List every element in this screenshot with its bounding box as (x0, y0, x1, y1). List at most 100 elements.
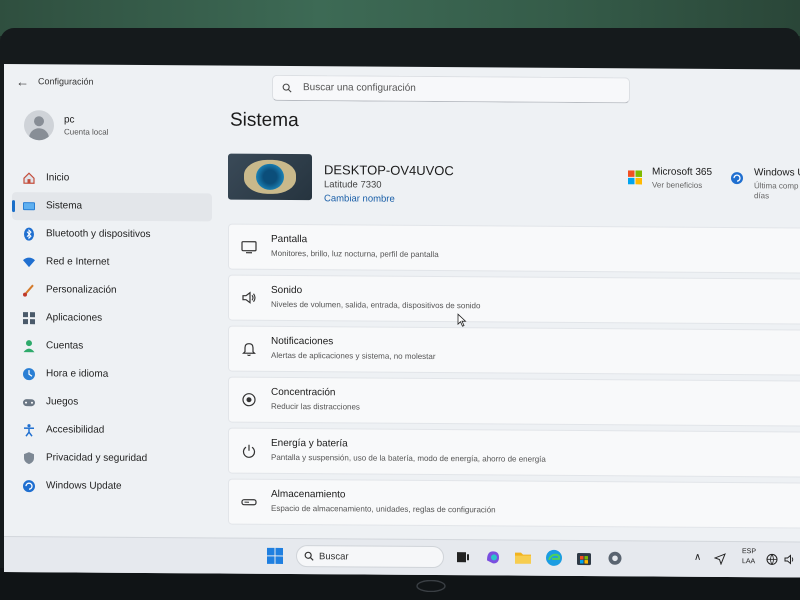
volume-icon[interactable] (784, 553, 796, 565)
card-sonido[interactable]: Sonido Niveles de volumen, salida, entra… (228, 274, 800, 325)
copilot-icon[interactable] (484, 548, 502, 566)
sidebar-item-privacidad[interactable]: Privacidad y seguridad (12, 444, 212, 473)
title-bar: ← Configuración Buscar una configuración (4, 64, 800, 106)
sidebar-item-label: Cuentas (46, 340, 84, 352)
card-title: Sonido (271, 284, 303, 297)
shield-icon (24, 452, 34, 465)
sidebar-item-sistema[interactable]: Sistema (12, 192, 212, 222)
card-subtitle: Pantalla y suspensión, uso de la batería… (271, 452, 546, 464)
store-icon[interactable] (575, 549, 593, 567)
globe-clock-icon (23, 368, 35, 381)
promo-subtitle: Ver beneficios (652, 180, 703, 190)
sidebar-item-personalizacion[interactable]: Personalización (12, 276, 212, 305)
card-subtitle: Espacio de almacenamiento, unidades, reg… (271, 503, 496, 515)
card-almacenamiento[interactable]: Almacenamiento Espacio de almacenamiento… (228, 478, 800, 529)
dell-logo (416, 579, 446, 594)
sidebar-nav: Inicio Sistema Bluetooth y dispositivos … (12, 164, 212, 501)
language-indicator-bottom[interactable]: LAA (742, 558, 755, 565)
monitor-icon (23, 202, 35, 211)
sidebar-item-label: Windows Update (46, 480, 122, 492)
power-icon (242, 444, 256, 458)
sidebar-item-hora[interactable]: Hora e idioma (12, 360, 212, 389)
card-subtitle: Monitores, brillo, luz nocturna, perfil … (271, 248, 439, 260)
sidebar-item-bluetooth[interactable]: Bluetooth y dispositivos (12, 220, 212, 249)
language-indicator-top[interactable]: ESP (742, 548, 756, 555)
card-title: Pantalla (271, 233, 308, 246)
file-explorer-icon[interactable] (514, 549, 532, 567)
sidebar-item-windows-update[interactable]: Windows Update (12, 472, 212, 501)
focus-icon (242, 393, 256, 407)
sidebar-item-label: Inicio (46, 172, 70, 184)
account-type: Cuenta local (64, 127, 109, 137)
avatar-body (29, 128, 49, 141)
promo-subtitle-2: días (754, 191, 770, 201)
storage-icon (241, 499, 257, 506)
sidebar-item-aplicaciones[interactable]: Aplicaciones (12, 304, 212, 333)
settings-cards: Pantalla Monitores, brillo, luz nocturna… (228, 223, 800, 534)
card-pantalla[interactable]: Pantalla Monitores, brillo, luz nocturna… (228, 223, 800, 274)
card-title: Concentración (271, 386, 336, 399)
task-view-icon[interactable] (454, 548, 472, 566)
person-icon (23, 340, 35, 353)
app-title: Configuración (38, 76, 94, 87)
card-title: Notificaciones (271, 335, 334, 348)
card-title: Energía y batería (271, 437, 348, 450)
settings-icon[interactable] (606, 549, 624, 567)
chevron-up-icon[interactable]: ∧ (694, 552, 701, 563)
blue-hole-shape (256, 163, 284, 190)
sidebar-item-label: Privacidad y seguridad (46, 452, 148, 464)
network-globe-icon[interactable] (766, 553, 778, 566)
sidebar-item-label: Hora e idioma (46, 368, 109, 380)
avatar[interactable] (24, 110, 54, 141)
sidebar-item-label: Sistema (46, 200, 83, 212)
sidebar-item-accesibilidad[interactable]: Accesibilidad (12, 416, 212, 445)
card-title: Almacenamiento (271, 488, 346, 501)
speaker-icon (242, 291, 256, 304)
back-arrow-icon[interactable]: ← (16, 74, 29, 89)
update-icon (23, 480, 35, 493)
search-input[interactable]: Buscar una configuración (272, 74, 630, 104)
search-icon (304, 551, 314, 561)
promo-subtitle: Última comp (754, 181, 799, 191)
avatar-head (34, 116, 44, 127)
card-subtitle: Reducir las distracciones (271, 401, 360, 412)
accessibility-icon (24, 424, 34, 437)
sidebar-item-label: Red e Internet (46, 256, 110, 268)
sidebar-item-label: Bluetooth y dispositivos (46, 228, 151, 241)
gamepad-icon (23, 399, 35, 407)
sidebar-item-juegos[interactable]: Juegos (12, 388, 212, 417)
device-name: DESKTOP-OV4UVOC (324, 162, 454, 179)
brush-icon (23, 284, 34, 297)
sidebar-item-label: Aplicaciones (46, 312, 103, 324)
card-subtitle: Niveles de volumen, salida, entrada, dis… (271, 299, 481, 311)
sidebar-item-label: Accesibilidad (46, 424, 105, 436)
promo-title: Windows U (754, 167, 800, 179)
taskbar-search-label: Buscar (319, 551, 349, 563)
card-concentracion[interactable]: Concentración Reducir las distracciones (228, 376, 800, 427)
user-name: pc (64, 114, 75, 126)
card-energia[interactable]: Energía y batería Pantalla y suspensión,… (228, 427, 800, 478)
device-wallpaper-image (228, 153, 312, 201)
rename-link[interactable]: Cambiar nombre (324, 193, 395, 204)
apps-icon (23, 312, 35, 325)
bell-icon (242, 343, 256, 357)
card-subtitle: Alertas de aplicaciones y sistema, no mo… (271, 350, 436, 362)
sidebar-item-cuentas[interactable]: Cuentas (12, 332, 212, 361)
taskbar-search[interactable]: Buscar (296, 545, 444, 569)
promo-title: Microsoft 365 (652, 166, 713, 178)
device-model: Latitude 7330 (324, 179, 382, 191)
edge-icon[interactable] (545, 549, 563, 567)
card-notificaciones[interactable]: Notificaciones Alertas de aplicaciones y… (228, 325, 800, 376)
sidebar-item-label: Juegos (46, 396, 79, 408)
search-placeholder: Buscar una configuración (303, 82, 416, 94)
sidebar-item-label: Personalización (46, 284, 117, 296)
windows-update-icon (731, 172, 743, 185)
microsoft-logo-icon (628, 170, 642, 185)
page-title: Sistema (230, 109, 299, 132)
bluetooth-icon (24, 227, 34, 241)
location-icon[interactable] (714, 553, 726, 566)
sidebar-item-inicio[interactable]: Inicio (12, 164, 212, 193)
sidebar-item-red[interactable]: Red e Internet (12, 248, 212, 277)
windows-start-icon[interactable] (266, 547, 284, 565)
mouse-cursor-icon (457, 313, 467, 327)
